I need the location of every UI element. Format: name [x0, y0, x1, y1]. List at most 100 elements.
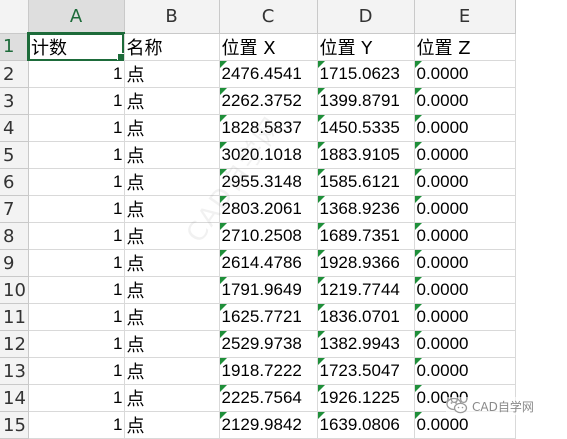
number-as-text-indicator-icon — [414, 88, 422, 95]
cell-c[interactable]: 2955.3148 — [219, 168, 318, 196]
column-header-c[interactable]: C — [219, 0, 318, 34]
cell-b[interactable]: 点 — [124, 411, 220, 439]
cell-d[interactable]: 1926.1225 — [317, 384, 415, 412]
cell-b[interactable]: 点 — [124, 87, 220, 115]
cell-e[interactable]: 0.0000 — [414, 303, 516, 331]
cell-d[interactable]: 1368.9236 — [317, 195, 415, 223]
row-header[interactable]: 4 — [0, 114, 29, 142]
cell-d[interactable]: 1723.5047 — [317, 357, 415, 385]
row-header[interactable]: 1 — [0, 33, 29, 61]
cell-b[interactable]: 点 — [124, 303, 220, 331]
cell-a[interactable]: 1 — [28, 384, 125, 412]
cell-b[interactable]: 点 — [124, 168, 220, 196]
row-header[interactable]: 6 — [0, 168, 29, 196]
cell-b[interactable]: 点 — [124, 330, 220, 358]
cell-b[interactable]: 点 — [124, 249, 220, 277]
cell-d[interactable]: 1382.9943 — [317, 330, 415, 358]
cell-e[interactable]: 0.0000 — [414, 168, 516, 196]
row-header[interactable]: 7 — [0, 195, 29, 223]
cell-e[interactable]: 0.0000 — [414, 60, 516, 88]
cell-c[interactable]: 1828.5837 — [219, 114, 318, 142]
cell-value: 1219.7744 — [319, 280, 400, 299]
cell-d[interactable]: 1928.9366 — [317, 249, 415, 277]
cell-d[interactable]: 1883.9105 — [317, 141, 415, 169]
row-header[interactable]: 12 — [0, 330, 29, 358]
cell-d[interactable]: 位置 Y — [317, 33, 415, 61]
column-header-a[interactable]: A — [28, 0, 125, 34]
cell-a[interactable]: 1 — [28, 114, 125, 142]
cell-b[interactable]: 点 — [124, 276, 220, 304]
cell-e[interactable]: 0.0000 — [414, 195, 516, 223]
row-header[interactable]: 15 — [0, 411, 29, 439]
row-header[interactable]: 3 — [0, 87, 29, 115]
cell-a[interactable]: 1 — [28, 168, 125, 196]
column-header-d[interactable]: D — [317, 0, 415, 34]
row-header[interactable]: 9 — [0, 249, 29, 277]
cell-c[interactable]: 2529.9738 — [219, 330, 318, 358]
cell-b[interactable]: 点 — [124, 60, 220, 88]
cell-b[interactable]: 点 — [124, 222, 220, 250]
cell-d[interactable]: 1639.0806 — [317, 411, 415, 439]
cell-d[interactable]: 1715.0623 — [317, 60, 415, 88]
cell-e[interactable]: 0.0000 — [414, 411, 516, 439]
cell-e[interactable]: 位置 Z — [414, 33, 516, 61]
cell-c[interactable]: 2225.7564 — [219, 384, 318, 412]
cell-e[interactable]: 0.0000 — [414, 249, 516, 277]
cell-b[interactable]: 点 — [124, 357, 220, 385]
cell-e[interactable]: 0.0000 — [414, 114, 516, 142]
cell-e[interactable]: 0.0000 — [414, 276, 516, 304]
row-header[interactable]: 10 — [0, 276, 29, 304]
cell-a[interactable]: 1 — [28, 141, 125, 169]
cell-a[interactable]: 1 — [28, 222, 125, 250]
cell-c[interactable]: 1791.9649 — [219, 276, 318, 304]
cell-b[interactable]: 点 — [124, 195, 220, 223]
cell-d[interactable]: 1689.7351 — [317, 222, 415, 250]
cell-e[interactable]: 0.0000 — [414, 87, 516, 115]
cell-a[interactable]: 计数 — [28, 33, 125, 61]
cell-a[interactable]: 1 — [28, 276, 125, 304]
cell-b[interactable]: 点 — [124, 141, 220, 169]
cell-e[interactable]: 0.0000 — [414, 222, 516, 250]
select-all-corner[interactable] — [0, 0, 29, 34]
cell-c[interactable]: 2710.2508 — [219, 222, 318, 250]
cell-value: 1791.9649 — [221, 280, 302, 299]
cell-d[interactable]: 1399.8791 — [317, 87, 415, 115]
cell-c[interactable]: 1918.7222 — [219, 357, 318, 385]
cell-a[interactable]: 1 — [28, 411, 125, 439]
cell-d[interactable]: 1836.0701 — [317, 303, 415, 331]
cell-d[interactable]: 1450.5335 — [317, 114, 415, 142]
row-header[interactable]: 13 — [0, 357, 29, 385]
cell-c[interactable]: 3020.1018 — [219, 141, 318, 169]
cell-c[interactable]: 位置 X — [219, 33, 318, 61]
cell-c[interactable]: 2129.9842 — [219, 411, 318, 439]
cell-d[interactable]: 1219.7744 — [317, 276, 415, 304]
row-header[interactable]: 2 — [0, 60, 29, 88]
cell-a[interactable]: 1 — [28, 60, 125, 88]
cell-c[interactable]: 2614.4786 — [219, 249, 318, 277]
cell-b[interactable]: 名称 — [124, 33, 220, 61]
column-header-b[interactable]: B — [124, 0, 220, 34]
row-header[interactable]: 14 — [0, 384, 29, 412]
cell-d[interactable]: 1585.6121 — [317, 168, 415, 196]
cell-e[interactable]: 0.0000 — [414, 357, 516, 385]
row-header[interactable]: 8 — [0, 222, 29, 250]
row-header[interactable]: 11 — [0, 303, 29, 331]
row-header[interactable]: 5 — [0, 141, 29, 169]
cell-a[interactable]: 1 — [28, 249, 125, 277]
cell-e[interactable]: 0.0000 — [414, 330, 516, 358]
cell-a[interactable]: 1 — [28, 357, 125, 385]
cell-c[interactable]: 2803.2061 — [219, 195, 318, 223]
cell-c[interactable]: 2262.3752 — [219, 87, 318, 115]
cell-a[interactable]: 1 — [28, 195, 125, 223]
cell-c[interactable]: 1625.7721 — [219, 303, 318, 331]
cell-c[interactable]: 2476.4541 — [219, 60, 318, 88]
cell-b[interactable]: 点 — [124, 114, 220, 142]
cell-a[interactable]: 1 — [28, 303, 125, 331]
cell-a[interactable]: 1 — [28, 87, 125, 115]
cell-e[interactable]: 0.0000 — [414, 141, 516, 169]
fill-handle[interactable] — [116, 53, 123, 60]
column-header-e[interactable]: E — [414, 0, 516, 34]
cell-b[interactable]: 点 — [124, 384, 220, 412]
number-as-text-indicator-icon — [317, 250, 325, 257]
cell-a[interactable]: 1 — [28, 330, 125, 358]
